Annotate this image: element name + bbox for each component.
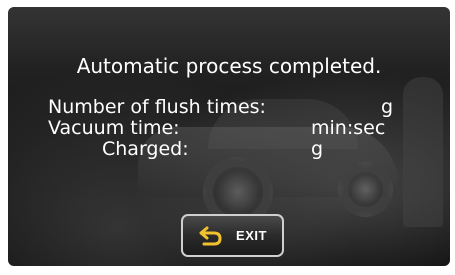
charged-unit: g [311,138,324,160]
flush-times-label: Number of flush times: [48,96,266,118]
exit-button[interactable]: EXIT [181,214,284,257]
charged-label: Charged: [102,138,189,160]
background-wheel [338,162,393,217]
completion-title: Automatic process completed. [76,54,382,78]
background-mechanic [403,77,443,227]
return-arrow-icon [198,225,224,247]
vacuum-time-unit: min:sec [311,117,386,139]
process-complete-screen: Automatic process completed. Number of f… [8,7,450,266]
exit-button-label: EXIT [236,228,267,243]
flush-times-unit: g [381,96,394,118]
vacuum-time-label: Vacuum time: [48,117,180,139]
